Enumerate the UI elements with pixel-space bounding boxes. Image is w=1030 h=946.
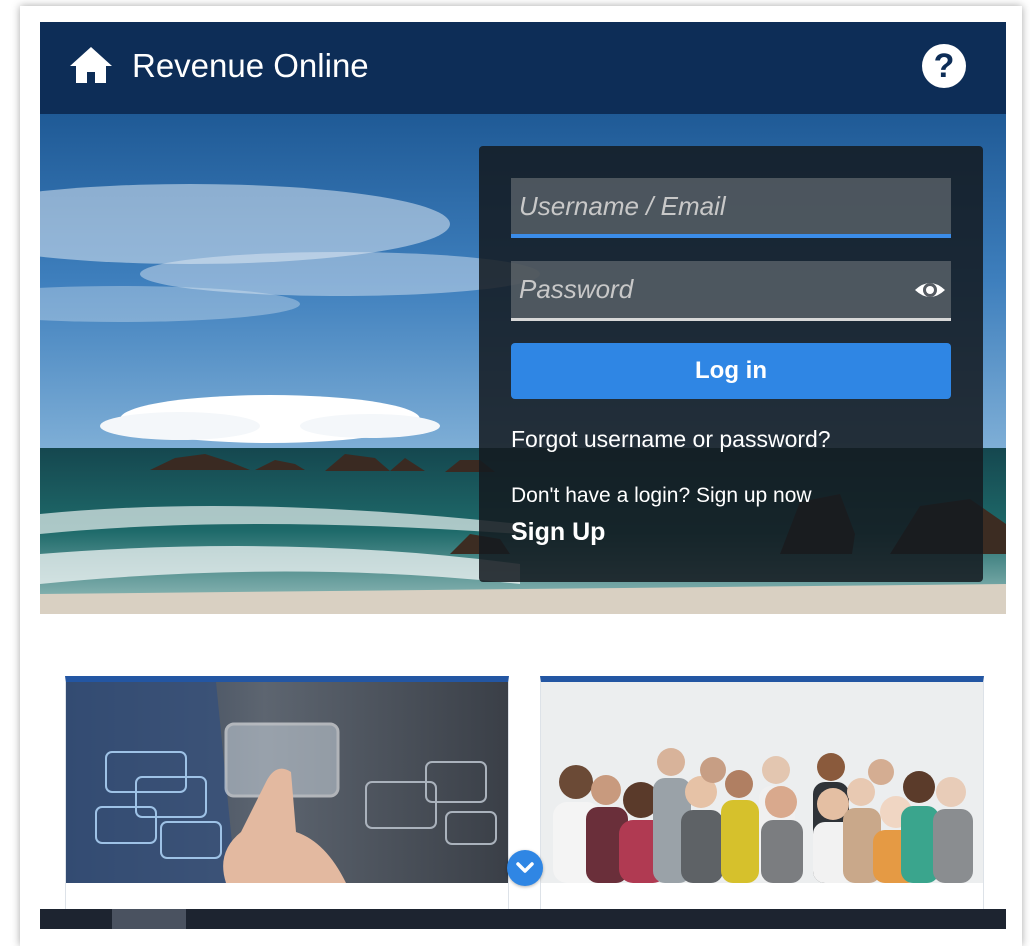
- username-input[interactable]: [511, 178, 951, 234]
- password-field[interactable]: [511, 261, 951, 321]
- app-header: Revenue Online ?: [40, 22, 1006, 114]
- chevron-down-icon: [516, 862, 534, 873]
- feature-card-1[interactable]: [65, 676, 509, 911]
- password-input[interactable]: [511, 261, 951, 318]
- touchscreen-hand-image: [66, 682, 508, 883]
- home-icon: [70, 47, 112, 83]
- home-button[interactable]: [68, 44, 114, 86]
- login-panel: Log in Forgot username or password? Don'…: [479, 146, 983, 582]
- app-title: Revenue Online: [132, 47, 369, 84]
- signup-link[interactable]: Sign Up: [511, 518, 605, 547]
- app-container: Revenue Online ? Username / Email Log in…: [40, 22, 1006, 929]
- scroll-down-button[interactable]: [507, 850, 543, 886]
- signup-prompt: Don't have a login? Sign up now: [511, 484, 812, 507]
- show-password-button[interactable]: [913, 275, 947, 305]
- bottom-bar-segment: [112, 909, 186, 929]
- login-button[interactable]: Log in: [511, 343, 951, 399]
- group-of-people-image: [541, 682, 983, 883]
- username-field[interactable]: [511, 178, 951, 238]
- eye-icon: [915, 283, 945, 297]
- bottom-bar: [40, 909, 1006, 929]
- feature-card-2[interactable]: [540, 676, 984, 911]
- help-button[interactable]: ?: [922, 44, 966, 88]
- forgot-credentials-link[interactable]: Forgot username or password?: [511, 426, 831, 453]
